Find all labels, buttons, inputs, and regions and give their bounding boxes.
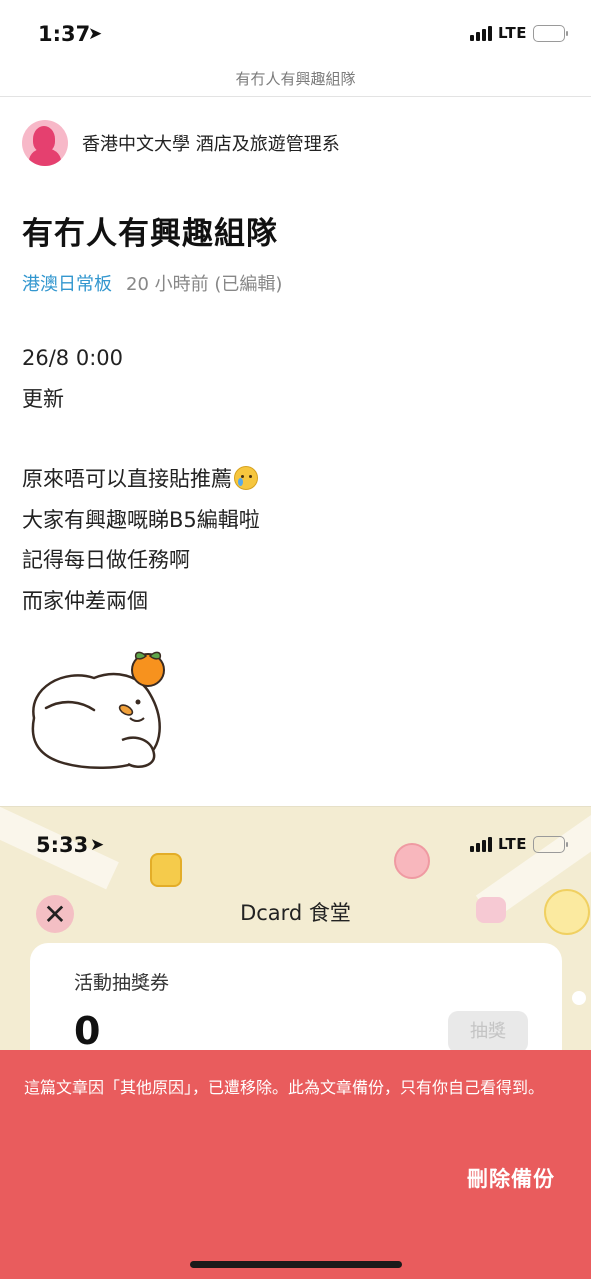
- post-title: 有冇人有興趣組隊: [22, 216, 278, 252]
- body-line: 記得每日做任務啊: [22, 548, 190, 572]
- dumpling-icon: [150, 853, 182, 887]
- avatar[interactable]: [22, 120, 68, 166]
- body-line: 而家仲差兩個: [22, 588, 148, 613]
- body-line: 更新: [22, 386, 64, 411]
- status-bar: 1:37 ➤ LTE: [0, 0, 591, 64]
- delete-backup-button[interactable]: 刪除備份: [467, 1163, 555, 1193]
- network-label: LTE: [497, 835, 527, 853]
- post-meta: 港澳日常板 20 小時前 (已編輯): [22, 270, 282, 296]
- crying-smile-emoji-icon: [234, 466, 258, 490]
- embedded-screenshot: 5:33 ➤ LTE ✕ Dcard 食堂 活動抽獎券 0 抽獎: [0, 806, 591, 1066]
- network-label: LTE: [497, 24, 527, 42]
- embedded-status-indicators: LTE: [469, 835, 568, 853]
- post-time: 20 小時前 (已編輯): [126, 274, 283, 295]
- forum-link[interactable]: 港澳日常板: [22, 270, 112, 296]
- embedded-title: Dcard 食堂: [240, 901, 351, 925]
- home-indicator[interactable]: [190, 1261, 402, 1268]
- battery-icon: [533, 835, 568, 853]
- post-body: 26/8 0:00 更新 原來唔可以直接貼推薦 大家有興趣嘅睇B5編輯啦 記得每…: [22, 342, 260, 625]
- signal-icon: [469, 836, 492, 852]
- embedded-time: 5:33: [36, 833, 89, 857]
- post-author[interactable]: 香港中文大學 酒店及旅遊管理系: [22, 120, 340, 166]
- location-arrow-icon: ➤: [88, 24, 103, 44]
- location-arrow-icon: ➤: [90, 835, 105, 855]
- status-indicators: LTE: [469, 24, 568, 42]
- lottery-card: 活動抽獎券 0 抽獎: [30, 943, 562, 1066]
- header-title: 有冇人有興趣組隊: [235, 70, 356, 88]
- draw-button: 抽獎: [448, 1011, 528, 1053]
- duck-sticker: [31, 651, 165, 769]
- removal-message: 這篇文章因「其他原因」，已遭移除。此為文章備份，只有你自己看得到。: [24, 1078, 545, 1097]
- body-line: 26/8 0:00: [22, 346, 123, 370]
- battery-icon: [533, 24, 568, 42]
- nav-header: 有冇人有興趣組隊: [0, 64, 591, 97]
- author-name: 香港中文大學 酒店及旅遊管理系: [82, 134, 340, 155]
- body-line: 原來唔可以直接貼推薦: [22, 463, 260, 504]
- signal-icon: [469, 25, 492, 41]
- lottery-count: 0: [74, 1009, 101, 1053]
- ball-icon: [394, 843, 430, 879]
- removal-banner: 這篇文章因「其他原因」，已遭移除。此為文章備份，只有你自己看得到。 刪除備份: [0, 1050, 591, 1279]
- lottery-label: 活動抽獎券: [74, 972, 170, 994]
- status-time: 1:37: [38, 22, 91, 46]
- body-line: 大家有興趣嘅睇B5編輯啦: [22, 507, 260, 532]
